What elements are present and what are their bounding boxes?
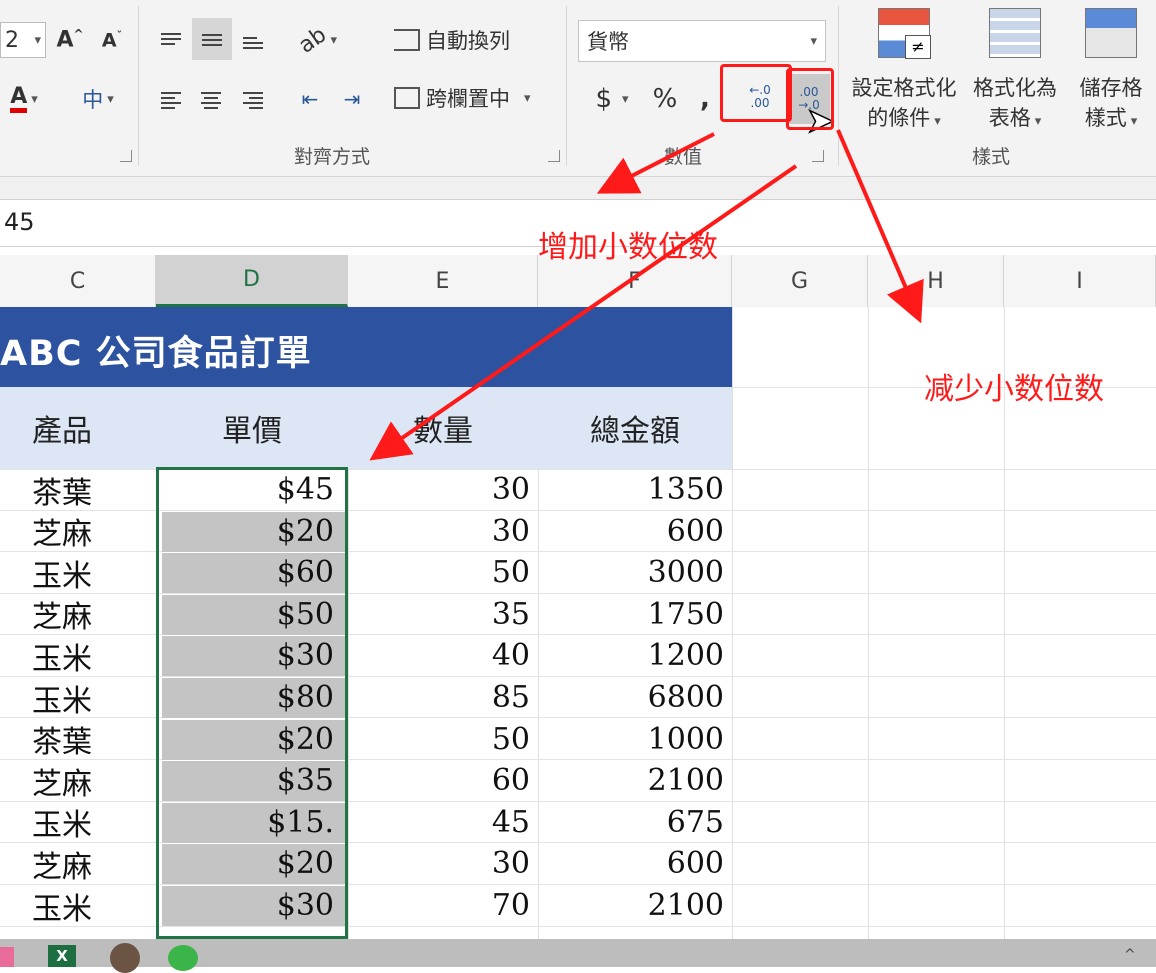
annotation-arrows: [369, 129, 924, 461]
arrow-to-formula-bar: [596, 132, 715, 194]
app-icon[interactable]: [0, 947, 14, 967]
arrow-to-decrease-label: [836, 129, 924, 324]
taskbar: X ^: [0, 939, 1156, 973]
excel-icon[interactable]: X: [48, 945, 76, 967]
avatar-icon[interactable]: [110, 943, 140, 973]
chat-app-icon[interactable]: [168, 945, 198, 971]
chevron-up-icon[interactable]: ^: [1124, 947, 1136, 963]
arrow-to-price-column: [369, 164, 798, 461]
